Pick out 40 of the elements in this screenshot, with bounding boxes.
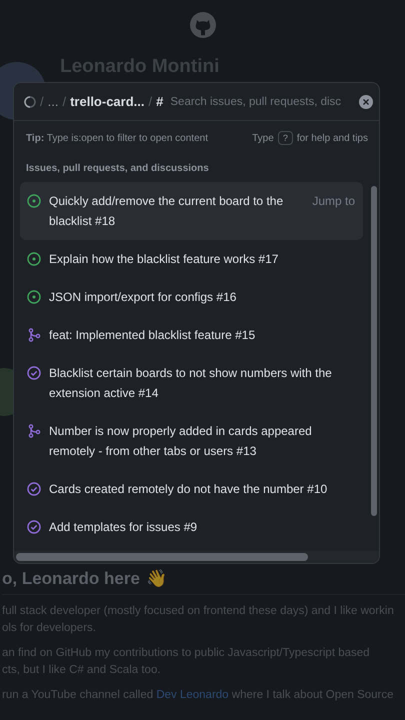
check-circle-icon: [27, 482, 41, 496]
result-item[interactable]: Quickly add/remove the current board to the blacklist #18 Jump to: [20, 182, 363, 240]
help-key: ?: [278, 131, 293, 145]
logo-icon[interactable]: [188, 11, 216, 39]
separator: /: [40, 94, 44, 109]
check-circle-icon: [27, 520, 41, 534]
result-item[interactable]: Blacklist certain boards to not show numbers with the extension active #14: [20, 354, 363, 412]
scrollbar-thumb[interactable]: [16, 553, 308, 561]
open-issue-icon: [27, 252, 41, 266]
tip-text: Tip: Type is:open to filter to open content: [26, 132, 208, 144]
scrollbar-thumb[interactable]: [371, 186, 377, 516]
spinner-icon: [24, 96, 36, 108]
search-field[interactable]: Search issues, pull requests, disc: [170, 96, 355, 108]
check-circle-icon: [27, 366, 41, 380]
breadcrumb-item[interactable]: ...: [48, 94, 58, 109]
bio-text: an find on GitHub my contributions to public Javascript/Typescript based: [2, 646, 371, 661]
separator: /: [148, 94, 152, 109]
greeting-heading: o, Leonardo here: [2, 568, 140, 588]
help-text: Type: [252, 132, 274, 144]
result-item[interactable]: Number is now properly added in cards appeared remotely - from other tabs or users #13: [20, 412, 363, 470]
bio-text: ols for developers.: [2, 621, 97, 636]
breadcrumb-item[interactable]: trello-card...: [70, 94, 145, 109]
help-text: for help and tips: [296, 132, 368, 144]
result-item[interactable]: Add templates for issues #9: [20, 508, 363, 546]
close-icon[interactable]: [359, 94, 373, 108]
open-issue-icon: [27, 194, 41, 208]
scope-symbol: #: [156, 94, 164, 109]
result-item[interactable]: feat: Implemented blacklist feature #15: [20, 316, 363, 354]
section-heading: Issues, pull requests, and discussions: [25, 162, 210, 176]
open-issue-icon: [27, 290, 41, 304]
bio-text: cts, but I like C# and Scala too.: [2, 663, 162, 678]
result-item[interactable]: Explain how the blacklist feature works #17: [20, 240, 363, 278]
bio-text: run a YouTube channel called Dev Leonardo where I talk about Open Source: [2, 688, 395, 703]
separator: /: [62, 94, 66, 109]
merge-icon: [27, 328, 41, 342]
merge-icon: [27, 424, 41, 438]
result-item[interactable]: Cards created remotely do not have the number #10: [20, 470, 363, 508]
bio-text: full stack developer (mostly focused on frontend these days) and I like workin: [2, 604, 395, 619]
wave-emoji: 👋: [146, 568, 167, 589]
result-item[interactable]: JSON import/export for configs #16: [20, 278, 363, 316]
